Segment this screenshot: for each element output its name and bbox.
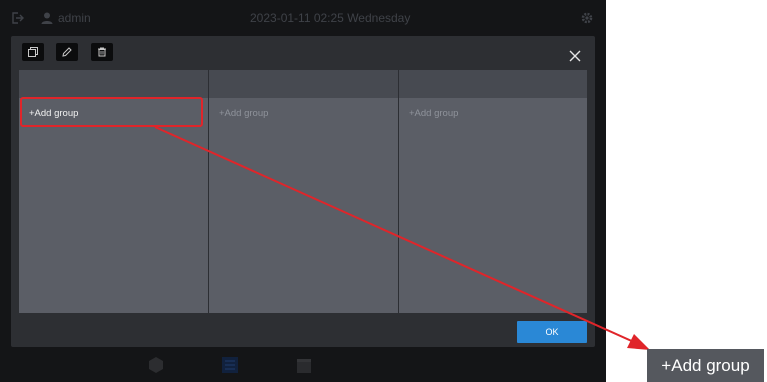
list-icon[interactable] [220,355,240,375]
exit-icon[interactable] [10,11,24,25]
copy-button[interactable] [22,43,44,61]
calendar-icon[interactable] [294,355,314,375]
add-group-button[interactable]: +Add group [409,108,458,120]
cube-icon[interactable] [146,355,166,375]
bottom-nav-bar [0,346,606,382]
delete-button[interactable] [91,43,113,61]
edit-button[interactable] [56,43,78,61]
datetime-label: 2023-01-11 02:25 Wednesday [250,11,411,25]
group-column-3: +Add group [399,70,587,313]
top-status-bar: admin 2023-01-11 02:25 Wednesday [0,0,606,36]
group-column-2: +Add group [209,70,398,313]
username-label: admin [58,11,91,25]
device-screen: admin 2023-01-11 02:25 Wednesday +Add gr… [0,0,606,382]
user-icon [41,12,53,24]
column-header [19,70,208,98]
edit-icon [62,47,72,57]
highlight-box [20,97,203,127]
add-group-button[interactable]: +Add group [219,108,268,120]
delete-icon [98,47,106,57]
column-header [399,70,587,98]
group-dialog: +Add group +Add group +Add group OK [11,36,595,347]
callout-label: +Add group [647,349,764,382]
close-icon[interactable] [567,48,583,64]
copy-icon [28,47,38,57]
ok-button[interactable]: OK [517,321,587,343]
column-header [209,70,398,98]
gear-icon[interactable] [580,11,594,25]
